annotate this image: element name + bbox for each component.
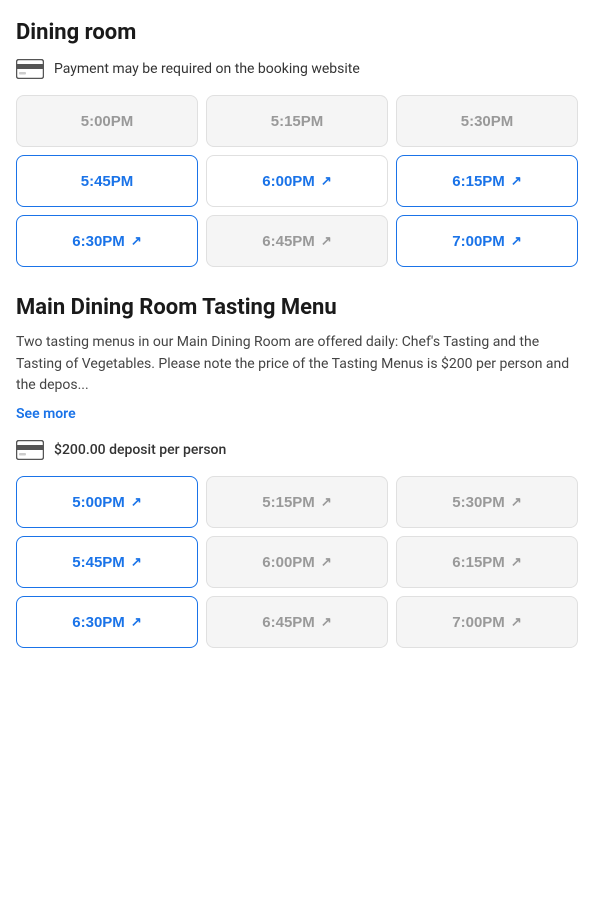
time-slot-545pm-dr[interactable]: 5:45PM	[16, 155, 198, 207]
tm-time-slot-600pm: 6:00PM ↗︎	[206, 536, 388, 588]
tm-time-slot-515pm-label: 5:15PM	[262, 494, 315, 511]
dining-room-time-grid: 5:00PM 5:15PM 5:30PM 5:45PM 6:00PM ↗︎ 6:…	[16, 95, 578, 267]
tm-time-slot-500pm[interactable]: 5:00PM ↗︎	[16, 476, 198, 528]
tm-time-slot-645pm: 6:45PM ↗︎	[206, 596, 388, 648]
tasting-menu-time-grid: 5:00PM ↗︎ 5:15PM ↗︎ 5:30PM ↗︎ 5:45PM ↗︎ …	[16, 476, 578, 648]
credit-card-icon	[16, 59, 44, 79]
time-slot-615pm-dr-label: 6:15PM	[452, 173, 505, 190]
tasting-menu-deposit-notice: $200.00 deposit per person	[16, 440, 578, 460]
time-slot-600pm-dr[interactable]: 6:00PM ↗︎	[206, 155, 388, 207]
tm-time-slot-630pm[interactable]: 6:30PM ↗︎	[16, 596, 198, 648]
tm-external-link-icon-500: ↗︎	[131, 494, 142, 510]
tm-time-slot-600pm-label: 6:00PM	[262, 554, 315, 571]
external-link-icon-615: ↗︎	[511, 173, 522, 189]
external-link-icon-630: ↗︎	[131, 233, 142, 249]
time-slot-630pm-dr[interactable]: 6:30PM ↗︎	[16, 215, 198, 267]
dining-room-payment-text: Payment may be required on the booking w…	[54, 61, 360, 77]
tm-time-slot-615pm: 6:15PM ↗︎	[396, 536, 578, 588]
tm-external-link-icon-615: ↗︎	[511, 554, 522, 570]
time-slot-530pm-dr-label: 5:30PM	[461, 113, 514, 130]
tm-external-link-icon-630: ↗︎	[131, 614, 142, 630]
time-slot-700pm-dr[interactable]: 7:00PM ↗︎	[396, 215, 578, 267]
deposit-text: $200.00 deposit per person	[54, 442, 226, 458]
tm-time-slot-645pm-label: 6:45PM	[262, 614, 315, 631]
tm-external-link-icon-530: ↗︎	[511, 494, 522, 510]
tm-time-slot-530pm-label: 5:30PM	[452, 494, 505, 511]
time-slot-530pm-dr: 5:30PM	[396, 95, 578, 147]
tm-time-slot-530pm: 5:30PM ↗︎	[396, 476, 578, 528]
external-link-icon-700: ↗︎	[511, 233, 522, 249]
tm-time-slot-545pm-label: 5:45PM	[72, 554, 125, 571]
time-slot-615pm-dr[interactable]: 6:15PM ↗︎	[396, 155, 578, 207]
tasting-menu-title: Main Dining Room Tasting Menu	[16, 295, 578, 320]
tm-external-link-icon-600: ↗︎	[321, 554, 332, 570]
tm-external-link-icon-645: ↗︎	[321, 614, 332, 630]
time-slot-515pm-dr-label: 5:15PM	[271, 113, 324, 130]
time-slot-700pm-dr-label: 7:00PM	[452, 233, 505, 250]
tm-external-link-icon-545: ↗︎	[131, 554, 142, 570]
dining-room-title: Dining room	[16, 20, 578, 45]
dining-room-payment-notice: Payment may be required on the booking w…	[16, 59, 578, 79]
time-slot-500pm-dr: 5:00PM	[16, 95, 198, 147]
time-slot-515pm-dr: 5:15PM	[206, 95, 388, 147]
time-slot-645pm-dr[interactable]: 6:45PM ↗︎	[206, 215, 388, 267]
tm-time-slot-700pm-label: 7:00PM	[452, 614, 505, 631]
tm-time-slot-630pm-label: 6:30PM	[72, 614, 125, 631]
tm-time-slot-500pm-label: 5:00PM	[72, 494, 125, 511]
time-slot-645pm-dr-label: 6:45PM	[262, 233, 315, 250]
tm-external-link-icon-700: ↗︎	[511, 614, 522, 630]
tasting-menu-section: Main Dining Room Tasting Menu Two tastin…	[16, 295, 578, 648]
external-link-icon-645: ↗︎	[321, 233, 332, 249]
see-more-link[interactable]: See more	[16, 406, 76, 422]
time-slot-630pm-dr-label: 6:30PM	[72, 233, 125, 250]
tasting-menu-description: Two tasting menus in our Main Dining Roo…	[16, 332, 578, 397]
time-slot-600pm-dr-label: 6:00PM	[262, 173, 315, 190]
external-link-icon-600: ↗︎	[321, 173, 332, 189]
time-slot-500pm-dr-label: 5:00PM	[81, 113, 134, 130]
tm-time-slot-515pm: 5:15PM ↗︎	[206, 476, 388, 528]
tm-external-link-icon-515: ↗︎	[321, 494, 332, 510]
tm-time-slot-700pm: 7:00PM ↗︎	[396, 596, 578, 648]
dining-room-section: Dining room Payment may be required on t…	[16, 20, 578, 267]
time-slot-545pm-dr-label: 5:45PM	[81, 173, 134, 190]
tm-time-slot-545pm[interactable]: 5:45PM ↗︎	[16, 536, 198, 588]
tm-time-slot-615pm-label: 6:15PM	[452, 554, 505, 571]
deposit-card-icon	[16, 440, 44, 460]
